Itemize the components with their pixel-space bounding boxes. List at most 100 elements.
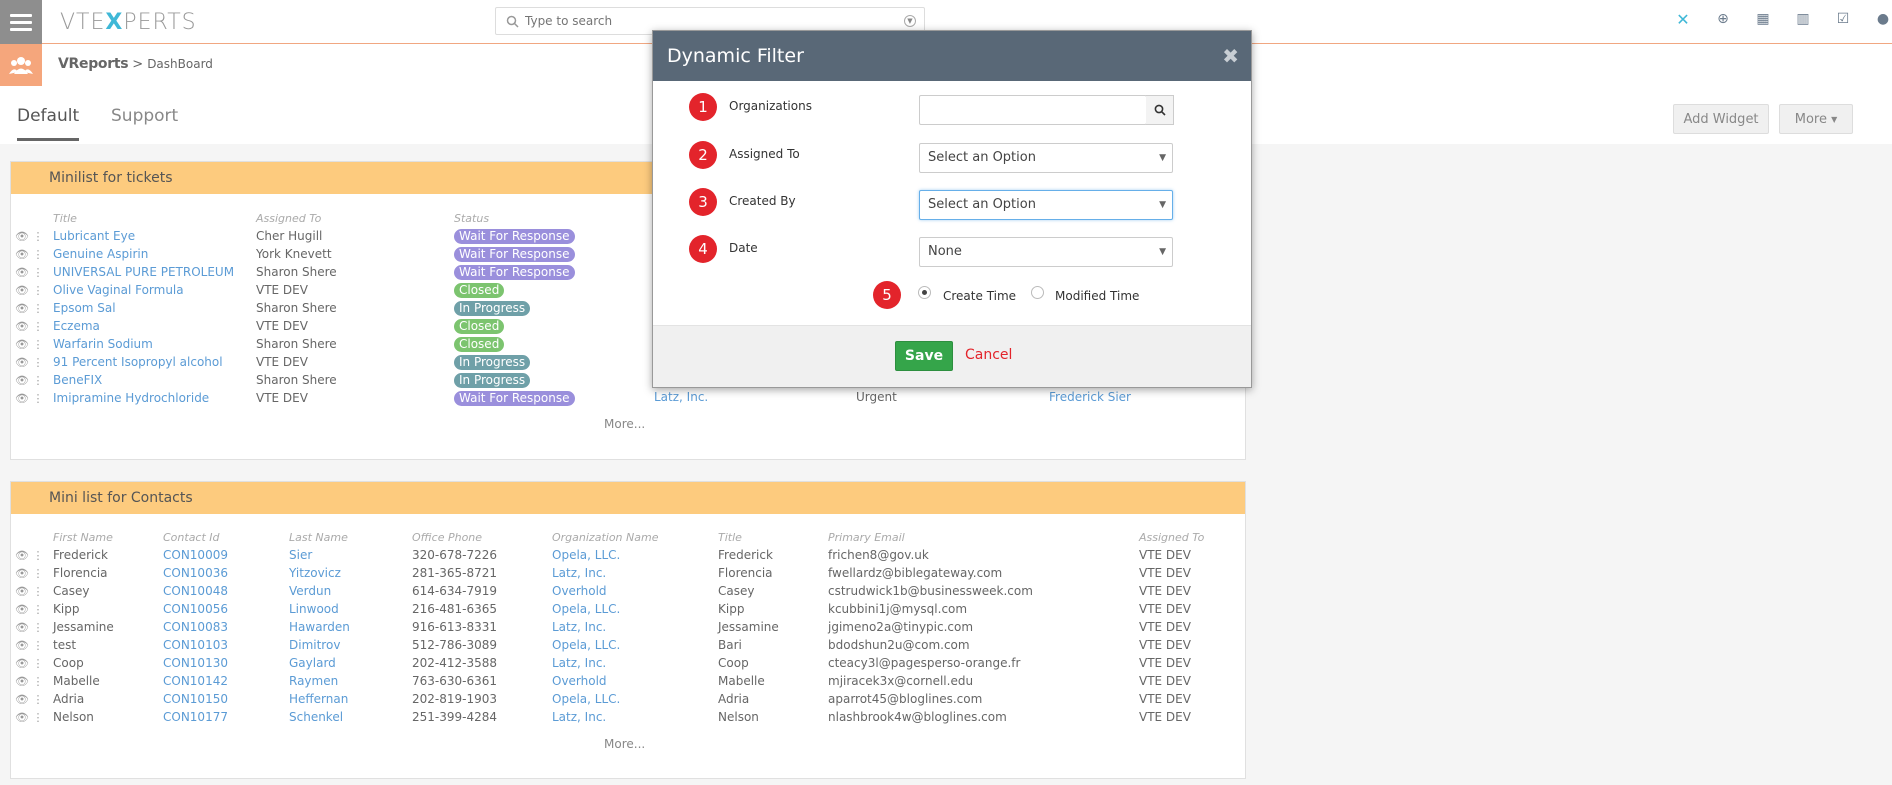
contact-cell-link[interactable]: CON10009 <box>163 548 228 562</box>
view-icon[interactable]: 👁 <box>15 338 29 351</box>
row-menu-icon[interactable]: ⋮ <box>32 585 43 598</box>
calendar-icon[interactable]: ▦ <box>1754 10 1772 28</box>
ticket-title[interactable]: Eczema <box>53 319 100 333</box>
row-menu-icon[interactable]: ⋮ <box>32 266 43 279</box>
view-icon[interactable]: 👁 <box>15 585 29 598</box>
contact-cell-link[interactable]: Gaylard <box>289 656 336 670</box>
contact-cell-link[interactable]: CON10103 <box>163 638 228 652</box>
ticket-title[interactable]: Olive Vaginal Formula <box>53 283 184 297</box>
ticket-organization[interactable]: Latz, Inc. <box>654 390 708 404</box>
user-icon[interactable]: ● <box>1874 10 1892 28</box>
reports-icon[interactable]: ▥ <box>1794 10 1812 28</box>
contact-cell-link[interactable]: CON10177 <box>163 710 228 724</box>
contact-cell-link[interactable]: Linwood <box>289 602 339 616</box>
create-time-label[interactable]: Create Time <box>943 289 1016 303</box>
ticket-title[interactable]: Epsom Sal <box>53 301 116 315</box>
save-button[interactable]: Save <box>895 341 953 371</box>
row-menu-icon[interactable]: ⋮ <box>32 248 43 261</box>
add-icon[interactable]: ⊕ <box>1714 10 1732 28</box>
tab-support[interactable]: Support <box>111 106 178 138</box>
view-icon[interactable]: 👁 <box>15 374 29 387</box>
view-icon[interactable]: 👁 <box>15 549 29 562</box>
view-icon[interactable]: 👁 <box>15 284 29 297</box>
view-icon[interactable]: 👁 <box>15 693 29 706</box>
tab-default[interactable]: Default <box>17 106 80 141</box>
view-icon[interactable]: 👁 <box>15 302 29 315</box>
cancel-button[interactable]: Cancel <box>965 347 1012 363</box>
contact-cell-link[interactable]: Sier <box>289 548 312 562</box>
ticket-title[interactable]: Warfarin Sodium <box>53 337 153 351</box>
row-menu-icon[interactable]: ⋮ <box>32 549 43 562</box>
contact-cell-link[interactable]: Overhold <box>552 674 607 688</box>
contact-cell-link[interactable]: Opela, LLC. <box>552 638 620 652</box>
vtexperts-icon[interactable]: ✕ <box>1674 10 1692 29</box>
modified-time-label[interactable]: Modified Time <box>1055 289 1139 303</box>
row-menu-icon[interactable]: ⋮ <box>32 639 43 652</box>
contact-cell-link[interactable]: CON10056 <box>163 602 228 616</box>
app-logo[interactable]: VTEXPERTS <box>60 10 197 35</box>
ticket-contact[interactable]: Frederick Sier <box>1049 390 1131 404</box>
contact-cell-link[interactable]: Opela, LLC. <box>552 548 620 562</box>
menu-icon[interactable] <box>0 0 42 44</box>
view-icon[interactable]: 👁 <box>15 567 29 580</box>
contact-cell-link[interactable]: CON10083 <box>163 620 228 634</box>
contact-cell-link[interactable]: CON10036 <box>163 566 228 580</box>
row-menu-icon[interactable]: ⋮ <box>32 711 43 724</box>
contact-cell-link[interactable]: Opela, LLC. <box>552 602 620 616</box>
view-icon[interactable]: 👁 <box>15 639 29 652</box>
row-menu-icon[interactable]: ⋮ <box>32 374 43 387</box>
row-menu-icon[interactable]: ⋮ <box>32 621 43 634</box>
more-button[interactable]: More ▼ <box>1779 104 1853 134</box>
contact-cell-link[interactable]: Schenkel <box>289 710 343 724</box>
contact-cell-link[interactable]: Latz, Inc. <box>552 620 606 634</box>
contact-cell-link[interactable]: Raymen <box>289 674 338 688</box>
view-icon[interactable]: 👁 <box>15 356 29 369</box>
contact-cell-link[interactable]: CON10150 <box>163 692 228 706</box>
view-icon[interactable]: 👁 <box>15 392 29 405</box>
search-options-icon[interactable]: ▼ <box>904 15 916 27</box>
contact-cell-link[interactable]: Latz, Inc. <box>552 656 606 670</box>
row-menu-icon[interactable]: ⋮ <box>32 567 43 580</box>
row-menu-icon[interactable]: ⋮ <box>32 284 43 297</box>
view-icon[interactable]: 👁 <box>15 657 29 670</box>
contact-cell-link[interactable]: CON10130 <box>163 656 228 670</box>
contact-cell-link[interactable]: Verdun <box>289 584 331 598</box>
contact-cell-link[interactable]: CON10142 <box>163 674 228 688</box>
row-menu-icon[interactable]: ⋮ <box>32 356 43 369</box>
assigned-to-select[interactable]: Select an Option ▼ <box>919 143 1173 173</box>
ticket-title[interactable]: 91 Percent Isopropyl alcohol <box>53 355 223 369</box>
ticket-title[interactable]: BeneFIX <box>53 373 102 387</box>
breadcrumb-module[interactable]: VReports <box>58 56 129 72</box>
contact-cell-link[interactable]: Overhold <box>552 584 607 598</box>
row-menu-icon[interactable]: ⋮ <box>32 693 43 706</box>
organizations-input[interactable] <box>919 95 1147 125</box>
search-input[interactable] <box>525 14 898 28</box>
ticket-title[interactable]: Lubricant Eye <box>53 229 135 243</box>
view-icon[interactable]: 👁 <box>15 711 29 724</box>
row-menu-icon[interactable]: ⋮ <box>32 320 43 333</box>
view-icon[interactable]: 👁 <box>15 603 29 616</box>
row-menu-icon[interactable]: ⋮ <box>32 657 43 670</box>
view-icon[interactable]: 👁 <box>15 675 29 688</box>
contact-cell-link[interactable]: CON10048 <box>163 584 228 598</box>
close-icon[interactable]: ✖ <box>1222 31 1239 81</box>
row-menu-icon[interactable]: ⋮ <box>32 392 43 405</box>
row-menu-icon[interactable]: ⋮ <box>32 302 43 315</box>
row-menu-icon[interactable]: ⋮ <box>32 338 43 351</box>
tasks-icon[interactable]: ☑ <box>1834 10 1852 28</box>
date-select[interactable]: None ▼ <box>919 237 1173 267</box>
ticket-title[interactable]: Imipramine Hydrochloride <box>53 391 209 405</box>
view-icon[interactable]: 👁 <box>15 266 29 279</box>
created-by-select[interactable]: Select an Option ▼ <box>919 190 1173 220</box>
contact-cell-link[interactable]: Opela, LLC. <box>552 692 620 706</box>
contacts-more-link[interactable]: More... <box>604 737 645 751</box>
contact-cell-link[interactable]: Yitzovicz <box>289 566 341 580</box>
tickets-more-link[interactable]: More... <box>604 417 645 431</box>
modified-time-radio[interactable] <box>1031 286 1044 299</box>
row-menu-icon[interactable]: ⋮ <box>32 230 43 243</box>
create-time-radio[interactable] <box>918 286 931 299</box>
ticket-title[interactable]: UNIVERSAL PURE PETROLEUM <box>53 265 234 279</box>
view-icon[interactable]: 👁 <box>15 621 29 634</box>
add-widget-button[interactable]: Add Widget <box>1673 104 1769 134</box>
contact-cell-link[interactable]: Latz, Inc. <box>552 710 606 724</box>
